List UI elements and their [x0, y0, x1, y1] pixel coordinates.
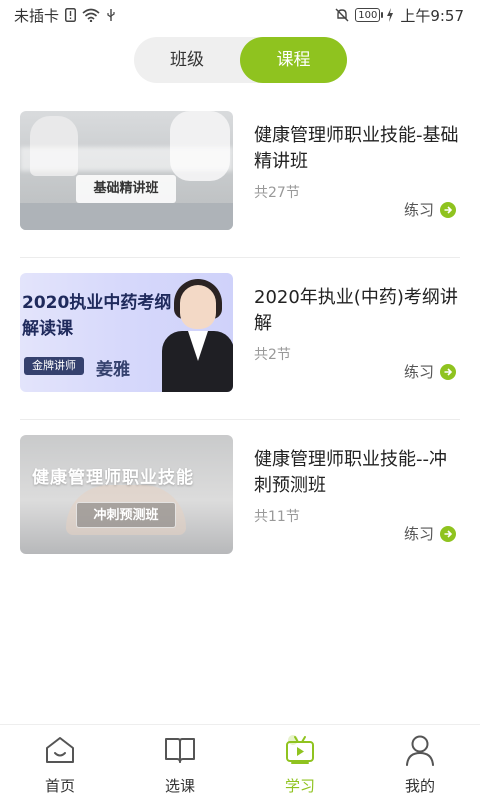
- course-thumbnail[interactable]: 基础精讲班: [20, 111, 233, 230]
- battery-icon: 100: [355, 8, 384, 22]
- course-thumbnail[interactable]: 健康管理师职业技能 冲刺预测班: [20, 435, 233, 554]
- user-icon: [403, 733, 437, 767]
- tab-home-label: 首页: [44, 777, 75, 795]
- course-title[interactable]: 2020年执业(中药)考纲讲解: [254, 285, 464, 337]
- tab-courses-label: 选课: [164, 777, 195, 795]
- practice-label: 练习: [403, 525, 434, 543]
- charging-icon: [386, 8, 394, 22]
- practice-button[interactable]: 练习: [404, 523, 456, 544]
- practice-button[interactable]: 练习: [404, 199, 456, 220]
- practice-label: 练习: [403, 363, 434, 381]
- segment-class-tab[interactable]: 班级: [134, 37, 240, 83]
- tv-icon: [283, 733, 317, 767]
- status-bar: 未插卡 100 上午9:57: [0, 0, 480, 30]
- thumb-title: 健康管理师职业技能: [32, 468, 194, 488]
- tab-courses[interactable]: 选课: [120, 725, 240, 800]
- course-lesson-count: 共2节: [254, 347, 291, 363]
- clock-text: 上午9:57: [400, 6, 464, 25]
- segment-control: 班级 课程: [134, 37, 347, 83]
- status-left: 未插卡: [14, 5, 116, 26]
- practice-label: 练习: [403, 201, 434, 219]
- wifi-icon: [82, 8, 100, 22]
- course-lesson-count: 共27节: [254, 185, 300, 201]
- thumb-label: 基础精讲班: [76, 175, 176, 203]
- practice-button[interactable]: 练习: [404, 361, 456, 382]
- usb-icon: [106, 8, 116, 22]
- tab-mine-label: 我的: [404, 777, 435, 795]
- course-item[interactable]: 健康管理师职业技能 冲刺预测班 健康管理师职业技能--冲刺预测班 共11节 练习: [20, 420, 460, 582]
- course-list: 基础精讲班 健康管理师职业技能-基础精讲班 共27节 练习 2020执业中药考纲…: [0, 96, 480, 582]
- arrow-right-icon: [440, 525, 456, 542]
- course-thumbnail[interactable]: 2020执业中药考纲解读课 金牌讲师 姜雅: [20, 273, 233, 392]
- teacher-face: [180, 285, 216, 329]
- course-title[interactable]: 健康管理师职业技能-基础精讲班: [254, 123, 464, 175]
- thumb-teacher: 姜雅: [96, 360, 130, 380]
- tab-home[interactable]: 首页: [0, 725, 120, 800]
- bottom-tab-bar: 首页 选课 学习 我的: [0, 724, 480, 800]
- course-lesson-count: 共11节: [254, 509, 300, 525]
- thumb-subtitle: 冲刺预测班: [76, 502, 176, 528]
- carrier-text: 未插卡: [14, 6, 60, 25]
- thumb-badge: 金牌讲师: [24, 357, 84, 375]
- book-icon: [163, 733, 197, 767]
- tab-study[interactable]: 学习: [240, 725, 360, 800]
- course-title[interactable]: 健康管理师职业技能--冲刺预测班: [254, 447, 464, 499]
- status-right: 100 上午9:57: [335, 5, 464, 26]
- thumb-banner: [20, 147, 233, 171]
- tab-study-label: 学习: [284, 777, 315, 795]
- tab-mine[interactable]: 我的: [360, 725, 480, 800]
- thumb-desk: [20, 203, 233, 230]
- arrow-right-icon: [440, 201, 456, 218]
- battery-level: 100: [358, 9, 378, 21]
- course-item[interactable]: 2020执业中药考纲解读课 金牌讲师 姜雅 2020年执业(中药)考纲讲解 共2…: [20, 258, 460, 420]
- home-icon: [43, 733, 77, 767]
- course-item[interactable]: 基础精讲班 健康管理师职业技能-基础精讲班 共27节 练习: [20, 96, 460, 258]
- segment-course-tab[interactable]: 课程: [240, 37, 347, 83]
- sim-alert-icon: [65, 8, 77, 22]
- arrow-right-icon: [440, 363, 456, 380]
- mute-bell-icon: [335, 8, 349, 22]
- thumb-title: 2020执业中药考纲解读课: [22, 293, 172, 339]
